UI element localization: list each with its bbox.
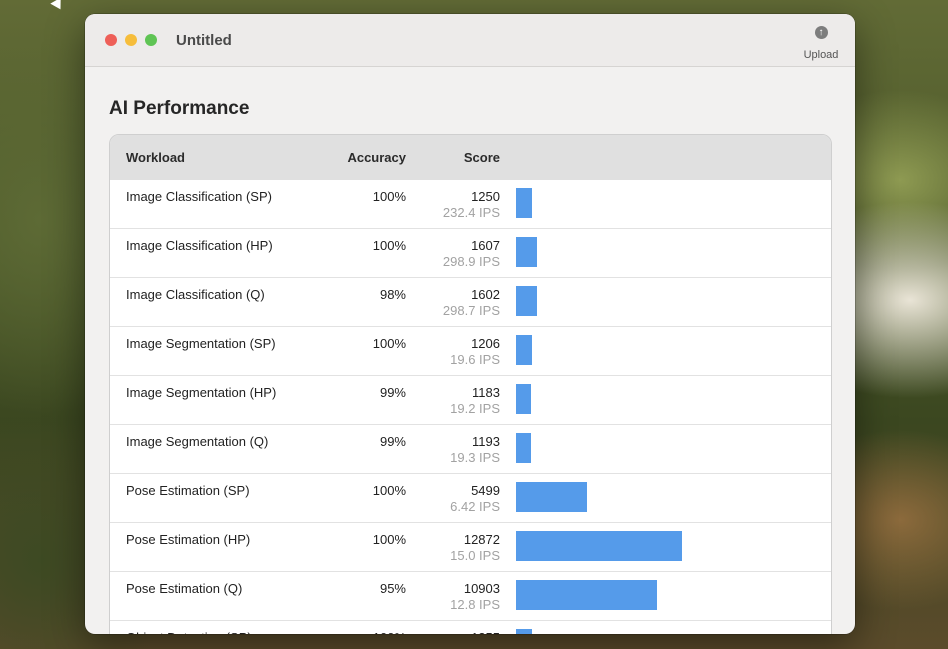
- score-value: 10903: [463, 581, 500, 596]
- table-row[interactable]: Pose Estimation (SP) 100% 5499 6.42 IPS: [110, 474, 831, 523]
- score-bar: [516, 580, 657, 610]
- score-bar: [516, 384, 531, 414]
- accuracy-value: 100%: [372, 336, 406, 351]
- ips-value: 19.2 IPS: [450, 401, 500, 416]
- window-title: Untitled: [176, 32, 232, 49]
- workload-name: Image Classification (HP): [126, 238, 273, 253]
- accuracy-value: 95%: [379, 581, 406, 596]
- ips-value: 19.6 IPS: [450, 352, 500, 367]
- workload-name: Image Segmentation (Q): [126, 434, 269, 449]
- title-bar: Untitled ↑ Upload: [85, 14, 855, 67]
- score-bar: [516, 335, 532, 365]
- column-header-score[interactable]: Score: [416, 150, 500, 165]
- close-window-button[interactable]: [105, 34, 117, 46]
- table-row[interactable]: Image Segmentation (HP) 99% 1183 19.2 IPS: [110, 376, 831, 425]
- accuracy-value: 100%: [326, 630, 406, 634]
- score-value: 1193: [472, 434, 500, 449]
- table-body: Image Classification (SP) 100% 1250 232.4 I…: [110, 180, 831, 634]
- score-value: 1250: [471, 189, 500, 204]
- table-row[interactable]: Image Classification (SP) 100% 1250 232.4 I…: [110, 180, 831, 229]
- table-row[interactable]: Pose Estimation (HP) 100% 12872 15.0 IPS: [110, 523, 831, 572]
- upload-button[interactable]: ↑ Upload: [789, 26, 853, 61]
- table-row[interactable]: Pose Estimation (Q) 95% 10903 12.8 IPS: [110, 572, 831, 621]
- accuracy-value: 100%: [372, 483, 406, 498]
- score-bar: [516, 237, 537, 267]
- score-value: 12872: [463, 532, 500, 547]
- score-bar: [516, 433, 531, 463]
- score-value: 1206: [471, 336, 500, 351]
- ips-value: 298.9 IPS: [442, 254, 500, 269]
- app-window: Untitled ↑ Upload AI Performance Workloa…: [85, 14, 855, 634]
- score-value: 1607: [471, 238, 500, 253]
- mouse-cursor-icon: [50, 0, 66, 13]
- column-header-workload[interactable]: Workload: [126, 150, 185, 165]
- ips-value: 15.0 IPS: [450, 548, 500, 563]
- upload-label: Upload: [803, 49, 839, 61]
- ips-value: 298.7 IPS: [442, 303, 500, 318]
- score-value: 1602: [471, 287, 500, 302]
- table-row[interactable]: Image Classification (Q) 98% 1602 298.7 IPS: [110, 278, 831, 327]
- table-row[interactable]: Image Segmentation (SP) 100% 1206 19.6 IPS: [110, 327, 831, 376]
- accuracy-value: 100%: [372, 532, 406, 547]
- score-value: 1183: [472, 385, 500, 400]
- maximize-window-button[interactable]: [145, 34, 157, 46]
- score-bar: [516, 482, 587, 512]
- score-value: 5499: [471, 483, 500, 498]
- ips-value: 12.8 IPS: [450, 597, 500, 612]
- score-bar: [516, 629, 532, 634]
- workload-name: Image Segmentation (HP): [126, 385, 277, 400]
- ips-value: 19.3 IPS: [450, 450, 500, 465]
- workload-name: Image Classification (Q): [126, 287, 265, 302]
- ips-value: 232.4 IPS: [442, 205, 500, 220]
- table-row[interactable]: Image Segmentation (Q) 99% 1193 19.3 IPS: [110, 425, 831, 474]
- section-heading: AI Performance: [109, 98, 250, 119]
- minimize-window-button[interactable]: [125, 34, 137, 46]
- workload-name: Image Segmentation (SP): [126, 336, 276, 351]
- workload-name: Pose Estimation (SP): [126, 483, 250, 498]
- accuracy-value: 100%: [372, 238, 406, 253]
- accuracy-value: 98%: [379, 287, 406, 302]
- workload-name: Pose Estimation (Q): [126, 581, 243, 596]
- accuracy-value: 100%: [372, 189, 406, 204]
- column-header-accuracy[interactable]: Accuracy: [326, 150, 406, 165]
- score-value: 1255: [416, 630, 500, 634]
- workload-name: Pose Estimation (HP): [126, 532, 251, 547]
- table-header: Workload Accuracy Score: [110, 135, 831, 181]
- workload-name: Image Classification (SP): [126, 189, 272, 204]
- accuracy-value: 99%: [379, 434, 406, 449]
- arrow-up-circle-icon: ↑: [814, 26, 828, 39]
- ips-value: 6.42 IPS: [450, 499, 500, 514]
- table-row[interactable]: Image Classification (HP) 100% 1607 298.9 I…: [110, 229, 831, 278]
- accuracy-value: 99%: [379, 385, 406, 400]
- score-bar: [516, 531, 682, 561]
- results-table: Workload Accuracy Score Image Classifica…: [109, 134, 832, 634]
- workload-name: Object Detection (SP): [126, 630, 252, 634]
- score-bar: [516, 188, 532, 218]
- table-row[interactable]: Object Detection (SP) 100% 1255: [110, 621, 831, 634]
- score-bar: [516, 286, 537, 316]
